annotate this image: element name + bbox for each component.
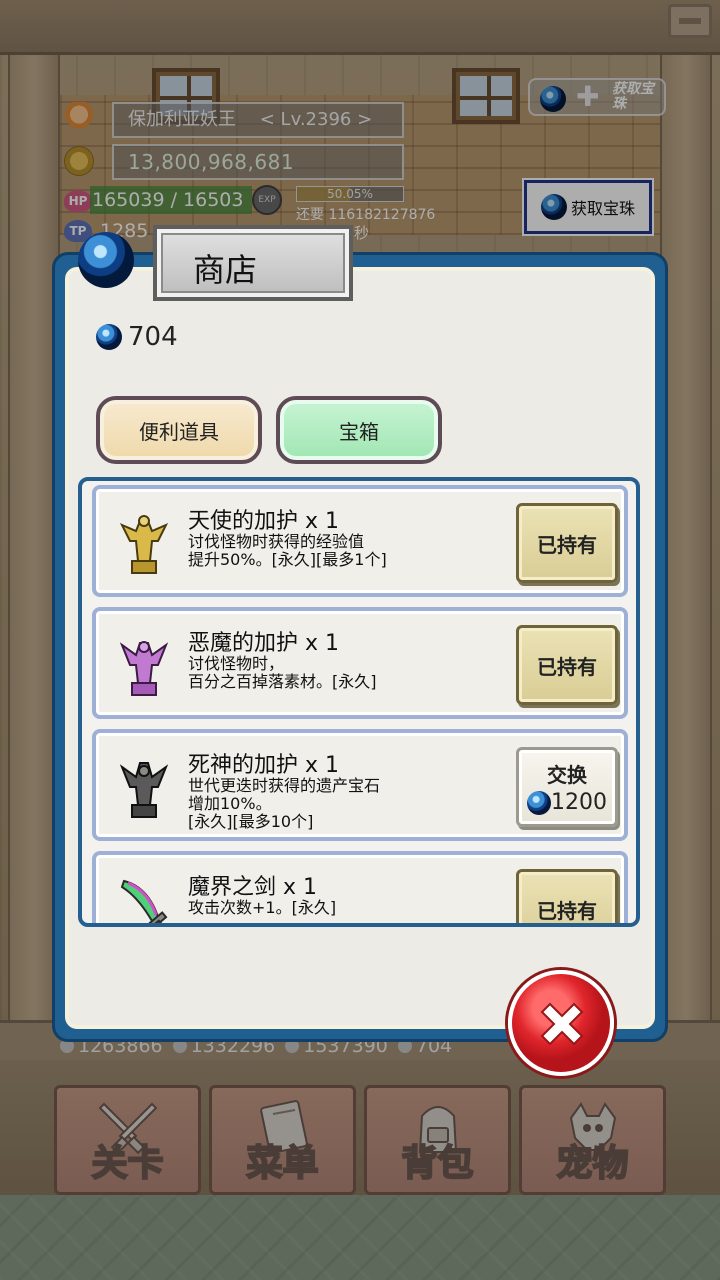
item-title: 死神的加护 x 1 (188, 753, 340, 778)
gem-icon (96, 324, 122, 350)
owned-button[interactable]: 已持有 (516, 625, 618, 705)
item-description-line: 讨伐怪物时， (188, 654, 285, 673)
owned-button[interactable]: 已持有 (516, 503, 618, 583)
demon-statue-icon (119, 641, 169, 696)
exchange-button[interactable]: 交换 1200 (516, 747, 618, 827)
angel-statue-icon (119, 515, 169, 574)
exchange-cost-value: 1200 (551, 790, 607, 815)
close-icon (540, 1002, 584, 1046)
shop-title: 商店 (193, 251, 258, 289)
item-description-line: 讨伐怪物时获得的经验值 (188, 532, 365, 551)
item-description-line: 增加10%。 (188, 794, 272, 813)
item-title: 天使的加护 x 1 (188, 509, 340, 534)
item-description-line: 攻击次数+1。[永久] (188, 898, 337, 917)
gem-icon (527, 790, 551, 815)
gem-balance-value: 704 (128, 322, 178, 352)
demon-sword-icon (120, 879, 170, 923)
owned-label: 已持有 (537, 532, 597, 557)
item-description-line: 提升50%。[永久][最多1个] (188, 550, 387, 569)
reaper-statue-icon (119, 762, 169, 818)
close-button[interactable] (508, 970, 614, 1076)
item-title: 恶魔的加护 x 1 (188, 631, 340, 656)
owned-label: 已持有 (537, 898, 597, 923)
shop-title-plate: 商店 (153, 225, 353, 301)
item-description: 讨伐怪物时， 百分之百掉落素材。[永久] (188, 655, 508, 691)
list-item: 死神的加护 x 1 世代更迭时获得的遗产宝石 增加10%。 [永久][最多10个… (92, 729, 628, 841)
owned-button[interactable]: 已持有 (516, 869, 618, 923)
shop-item-scroll[interactable]: 天使的加护 x 1 讨伐怪物时获得的经验值 提升50%。[永久][最多1个] 已… (82, 481, 636, 923)
item-description-line: 百分之百掉落素材。[永久] (188, 672, 377, 691)
item-description-line: 世代更迭时获得的遗产宝石 (188, 776, 381, 795)
gem-orb-icon (78, 232, 134, 288)
item-description: 讨伐怪物时获得的经验值 提升50%。[永久][最多1个] (188, 533, 508, 569)
tab-convenience-items[interactable]: 便利道具 (96, 396, 262, 464)
tab-convenience-items-label: 便利道具 (139, 419, 219, 444)
list-item: 恶魔的加护 x 1 讨伐怪物时， 百分之百掉落素材。[永久] 已持有 (92, 607, 628, 719)
item-title: 魔界之剑 x 1 (188, 875, 318, 900)
gem-balance: 704 (96, 322, 178, 352)
exchange-cost: 1200 (527, 790, 607, 815)
shop-item-list[interactable]: 天使的加护 x 1 讨伐怪物时获得的经验值 提升50%。[永久][最多1个] 已… (78, 477, 640, 927)
owned-label: 已持有 (537, 654, 597, 679)
item-description: 世代更迭时获得的遗产宝石 增加10%。 [永久][最多10个] (188, 777, 508, 831)
tab-treasure-chest-label: 宝箱 (339, 419, 379, 444)
tab-treasure-chest[interactable]: 宝箱 (276, 396, 442, 464)
exchange-label: 交换 (547, 763, 587, 787)
list-item: 天使的加护 x 1 讨伐怪物时获得的经验值 提升50%。[永久][最多1个] 已… (92, 485, 628, 597)
list-item: 魔界之剑 x 1 攻击次数+1。[永久] 已持有 (92, 851, 628, 923)
item-description: 攻击次数+1。[永久] (188, 899, 508, 917)
item-description-line: [永久][最多10个] (188, 812, 314, 831)
